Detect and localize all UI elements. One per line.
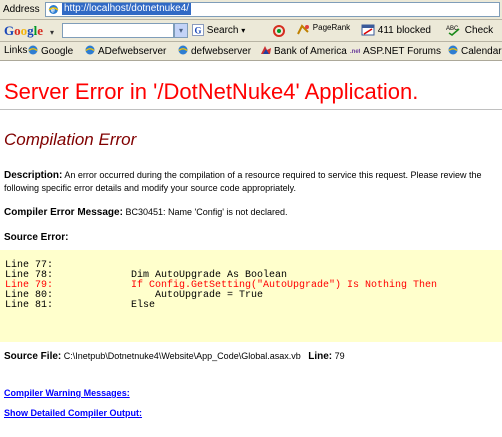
- detailed-compiler-output-link[interactable]: Show Detailed Compiler Output:: [4, 408, 142, 418]
- link-adefwebserver[interactable]: ADefwebserver: [85, 45, 166, 57]
- blocked-count: 411 blocked: [377, 25, 431, 36]
- popup-blocker-button[interactable]: 411 blocked: [361, 24, 431, 38]
- link-label: Google: [41, 46, 74, 57]
- description-label: Description:: [4, 170, 63, 181]
- popup-blocked-icon: [361, 24, 375, 36]
- address-bar: Address e http://localhost/dotnetnuke4/: [0, 0, 502, 20]
- google-toolbar: Google ▾ ▾ G Search ▾ PageRank 411 block…: [0, 20, 502, 42]
- google-search-input[interactable]: [62, 23, 174, 38]
- check-label: Check: [464, 25, 494, 36]
- compiler-msg-label: Compiler Error Message:: [4, 207, 123, 218]
- page-title: Server Error in '/DotNetNuke4' Applicati…: [4, 79, 419, 104]
- search-menu-arrow-icon: ▾: [241, 26, 246, 35]
- description-text: An error occurred during the compilation…: [4, 170, 482, 193]
- source-error-label: Source Error:: [4, 232, 69, 243]
- source-file-path: C:\Inetpub\Dotnetnuke4\Website\App_Code\…: [61, 351, 301, 361]
- link-label: ASP.NET Forums: [363, 46, 441, 57]
- links-label: Links: [4, 45, 28, 56]
- line-number-value: 79: [332, 351, 345, 361]
- google-g-icon: G: [192, 24, 204, 37]
- svg-text:G: G: [195, 26, 202, 36]
- spelling-icon: [297, 24, 309, 35]
- source-code-block: Line 77: Line 78: Dim AutoUpgrade As Bool…: [0, 250, 502, 342]
- google-menu-arrow-icon[interactable]: ▾: [50, 28, 54, 37]
- line-code: Else: [131, 300, 156, 311]
- error-description: Description: An error occurred during th…: [4, 169, 500, 194]
- link-calendar[interactable]: Calendar: [448, 45, 502, 57]
- link-label: Bank of America: [274, 46, 347, 57]
- link-google[interactable]: Google: [28, 45, 73, 57]
- search-dropdown-icon[interactable]: ▾: [174, 23, 188, 38]
- links-bar: Links Google ADefwebserver defwebserver …: [0, 42, 502, 61]
- ie-page-icon: [28, 45, 38, 55]
- google-logo-letter: e: [37, 23, 44, 38]
- address-label: Address: [3, 4, 40, 15]
- source-file-label: Source File:: [4, 351, 62, 362]
- abc-check-icon: ABC: [446, 26, 460, 37]
- svg-text:e: e: [51, 8, 55, 15]
- google-logo[interactable]: Google: [4, 23, 43, 39]
- address-url[interactable]: http://localhost/dotnetnuke4/: [62, 3, 192, 15]
- link-bank-of-america[interactable]: Bank of America: [261, 45, 347, 57]
- ie-page-icon: [178, 45, 188, 55]
- ie-page-icon: [85, 45, 95, 55]
- compiler-msg-text: BC30451: Name 'Config' is not declared.: [122, 207, 288, 217]
- line-label: Line:: [308, 351, 333, 362]
- compiler-error-message: Compiler Error Message: BC30451: Name 'C…: [4, 207, 287, 218]
- ie-page-icon: e: [48, 5, 59, 15]
- link-label: Calendar: [461, 46, 502, 57]
- link-label: defwebserver: [191, 46, 252, 57]
- google-search-button[interactable]: G Search ▾: [192, 24, 245, 38]
- address-field[interactable]: e http://localhost/dotnetnuke4/: [45, 2, 500, 17]
- pagerank-label: PageRank: [312, 23, 351, 32]
- svg-text:.net: .net: [350, 49, 360, 55]
- search-label: Search: [206, 25, 239, 36]
- google-logo-letter: G: [4, 23, 15, 38]
- pagerank-indicator[interactable]: PageRank: [296, 23, 351, 38]
- link-asp-net-forums[interactable]: .net ASP.NET Forums: [350, 45, 441, 57]
- code-line: Line 81: Else: [5, 300, 155, 311]
- error-subtitle: Compilation Error: [4, 130, 137, 149]
- compiler-warning-link[interactable]: Compiler Warning Messages:: [4, 388, 130, 398]
- ie-page-icon: [448, 45, 458, 55]
- net-icon: .net: [350, 49, 360, 55]
- line-number: Line 81:: [5, 300, 54, 311]
- link-defwebserver[interactable]: defwebserver: [178, 45, 251, 57]
- source-file-info: Source File: C:\Inetpub\Dotnetnuke4\Webs…: [4, 351, 345, 362]
- bank-flag-icon: [261, 46, 271, 54]
- news-icon[interactable]: [272, 25, 286, 37]
- link-label: ADefwebserver: [98, 46, 167, 57]
- spell-check-button[interactable]: ABC Check: [446, 24, 493, 38]
- divider: [0, 109, 502, 110]
